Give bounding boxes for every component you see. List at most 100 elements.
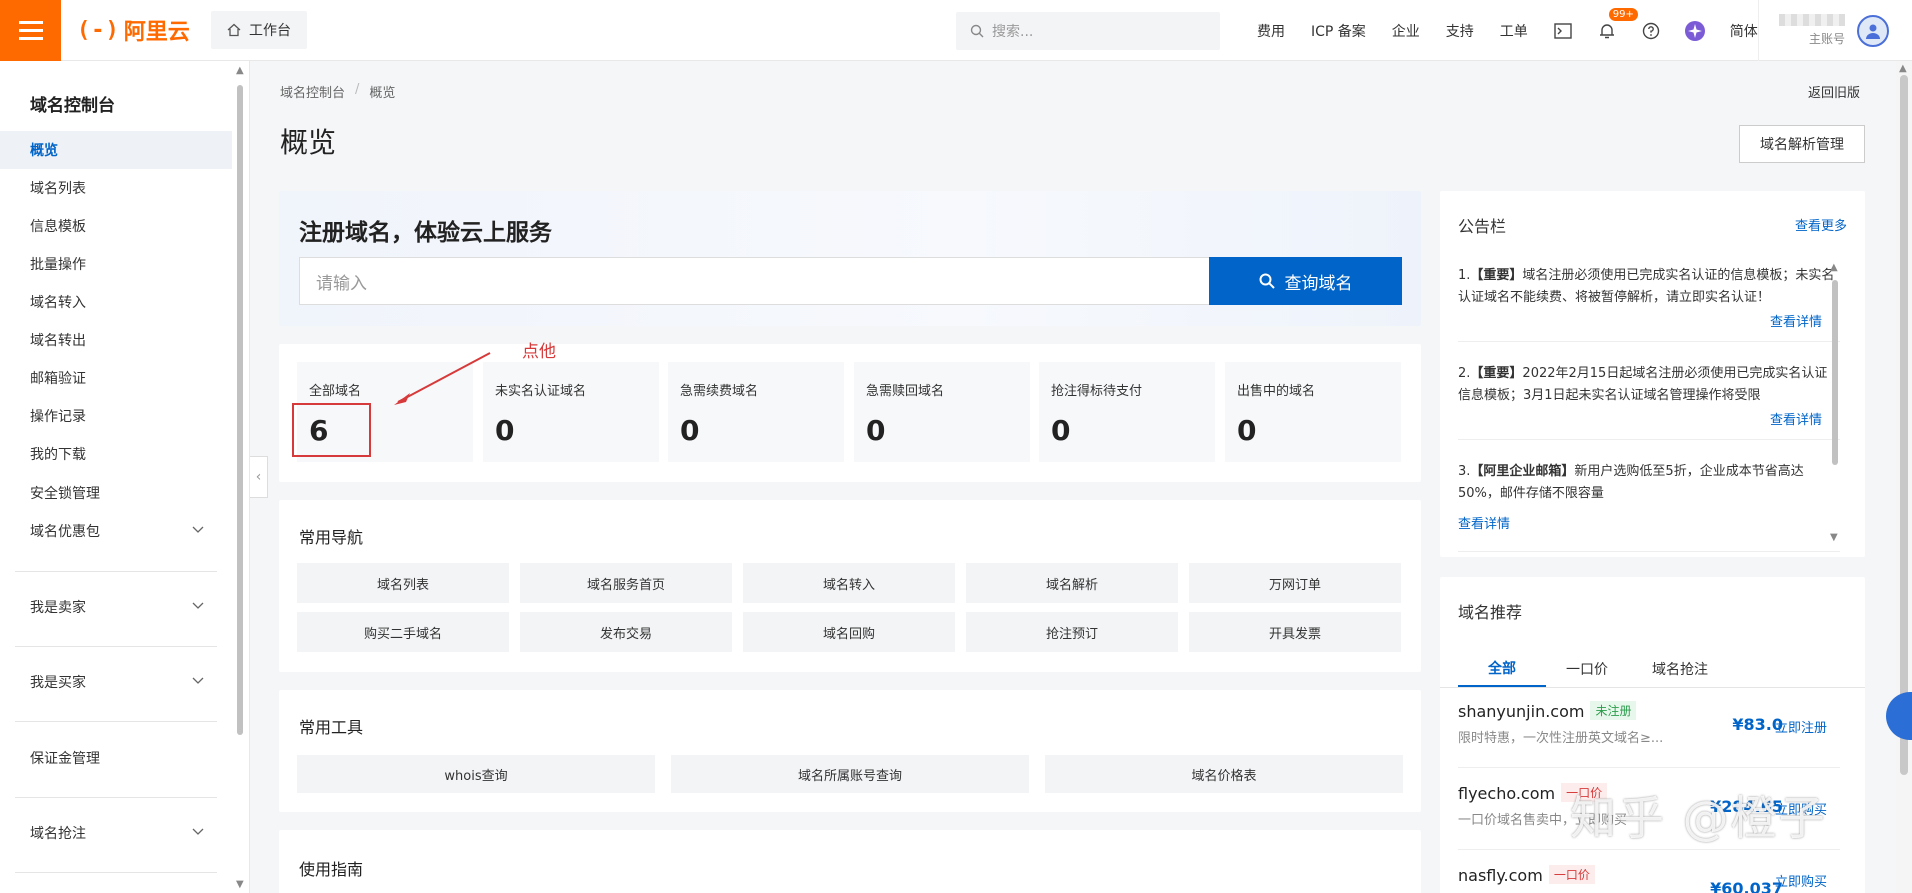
sidebar-item-domain-list[interactable]: 域名列表 [0,169,232,207]
help-icon[interactable] [1629,22,1673,40]
stat-value[interactable]: 0 [680,414,699,447]
domain-search-input[interactable]: 请输入 [299,257,1210,305]
annotation-highlight-box [292,403,371,457]
sidebar-item-transfer-out[interactable]: 域名转出 [0,321,232,359]
sidebar-group-snatch[interactable]: 域名抢注 [0,814,232,852]
sidebar-item-deposit[interactable]: 保证金管理 [0,739,232,777]
workbench-label: 工作台 [249,23,291,39]
register-title: 注册域名，体验云上服务 [299,220,552,246]
stat-renew-urgent[interactable]: 急需续费域名 0 [668,362,844,462]
scrollbar-thumb[interactable] [237,85,243,735]
usage-guide-card: 使用指南 [279,830,1421,893]
usage-guide-title: 使用指南 [299,860,364,879]
aliyun-logo[interactable]: (-) 阿里云 [77,14,197,46]
account-menu[interactable]: 主账号 [1758,0,1889,61]
notice-more-link[interactable]: 查看更多 [1795,215,1847,234]
scroll-up-icon[interactable]: ▲ [1830,262,1838,273]
scroll-down-icon[interactable]: ▼ [1830,532,1838,543]
avatar[interactable] [1857,14,1889,47]
nav-domain-home[interactable]: 域名服务首页 [520,563,732,603]
scrollbar-thumb[interactable] [1900,75,1908,775]
sidebar-item-transfer-in[interactable]: 域名转入 [0,283,232,321]
bell-icon[interactable]: 99+ [1585,7,1638,40]
tab-fixed-price[interactable]: 一口价 [1546,651,1628,687]
stat-snatch-pending-payment[interactable]: 抢注得标待支付 0 [1039,362,1215,462]
scroll-up-icon[interactable]: ▲ [236,65,244,76]
query-domain-button[interactable]: 查询域名 [1209,257,1402,305]
sidebar-item-info-template[interactable]: 信息模板 [0,207,232,245]
tool-account-lookup[interactable]: 域名所属账号查询 [671,755,1029,793]
blurred-username [1779,14,1845,26]
breadcrumb-current: 概览 [369,86,396,101]
global-search-input[interactable]: 搜索... [956,12,1220,50]
breadcrumb-separator: / [355,82,360,97]
notice-detail-link[interactable]: 查看详情 [1458,513,1510,532]
recommend-domain[interactable]: flyecho.com [1458,784,1555,803]
stat-unverified-domains[interactable]: 未实名认证域名 0 [483,362,659,462]
nav-domain-list[interactable]: 域名列表 [297,563,509,603]
nav-issue-invoice[interactable]: 开具发票 [1189,612,1401,652]
top-link-fees[interactable]: 费用 [1244,21,1298,41]
tab-snatch[interactable]: 域名抢注 [1628,651,1732,687]
sidebar-group-seller[interactable]: 我是卖家 [0,588,232,626]
breadcrumb-console[interactable]: 域名控制台 [280,82,345,101]
sidebar-collapse-button[interactable]: ‹ [250,456,268,498]
top-link-support[interactable]: 支持 [1433,21,1487,41]
top-link-icp[interactable]: ICP 备案 [1298,21,1379,41]
menu-icon[interactable] [0,0,61,61]
recommend-domain[interactable]: shanyunjin.com [1458,702,1584,721]
notice-scrollbar[interactable]: ▲ ▼ [1830,262,1840,552]
tool-whois[interactable]: whois查询 [297,755,655,793]
stat-on-sale[interactable]: 出售中的域名 0 [1225,362,1401,462]
top-link-enterprise[interactable]: 企业 [1379,21,1433,41]
top-link-ticket[interactable]: 工单 [1487,21,1541,41]
tool-price-list[interactable]: 域名价格表 [1045,755,1403,793]
sidebar-divider [15,797,217,798]
sidebar-item-security-lock[interactable]: 安全锁管理 [0,474,232,512]
scroll-up-icon[interactable]: ▲ [1899,63,1907,74]
sidebar-scrollbar[interactable]: ▲ ▼ [236,65,244,890]
sidebar-item-discount-pack[interactable]: 域名优惠包 [0,512,232,550]
page-scrollbar[interactable]: ▲ [1896,61,1912,893]
account-role: 主账号 [1808,32,1845,46]
common-nav-card: 常用导航 域名列表 域名服务首页 域名转入 域名解析 万网订单 购买二手域名 发… [279,500,1421,672]
ai-assistant-icon[interactable] [1673,20,1717,42]
notice-detail-link[interactable]: 查看详情 [1770,311,1822,330]
sidebar-item-email-verify[interactable]: 邮箱验证 [0,359,232,397]
sidebar-item-downloads[interactable]: 我的下载 [0,435,232,473]
notice-detail-link[interactable]: 查看详情 [1770,409,1822,428]
sidebar-group-buyer[interactable]: 我是买家 [0,663,232,701]
stat-redeem-urgent[interactable]: 急需赎回域名 0 [854,362,1030,462]
scrollbar-thumb[interactable] [1832,280,1838,465]
nav-domain-transfer-in[interactable]: 域名转入 [743,563,955,603]
status-badge: 一口价 [1548,865,1595,884]
nav-buy-second-hand[interactable]: 购买二手域名 [297,612,509,652]
back-to-old-version-link[interactable]: 返回旧版 [1808,82,1860,101]
workbench-button[interactable]: 工作台 [211,11,307,49]
nav-domain-buyback[interactable]: 域名回购 [743,612,955,652]
nav-domain-dns[interactable]: 域名解析 [966,563,1178,603]
tab-all[interactable]: 全部 [1458,651,1546,687]
nav-publish-trade[interactable]: 发布交易 [520,612,732,652]
stat-value[interactable]: 0 [1051,414,1070,447]
dns-management-button[interactable]: 域名解析管理 [1739,125,1865,163]
buy-now-button[interactable]: 立即购买 [1775,871,1827,890]
stat-value[interactable]: 0 [495,414,514,447]
scroll-down-icon[interactable]: ▼ [236,879,244,890]
nav-wanwang-orders[interactable]: 万网订单 [1189,563,1401,603]
sidebar-item-batch[interactable]: 批量操作 [0,245,232,283]
common-nav-title: 常用导航 [299,528,364,547]
sidebar-divider [15,872,217,873]
notice-item: 1.【重要】域名注册必须使用已完成实名认证的信息模板；未实名认证域名不能续费、将… [1458,265,1840,309]
nav-snatch-reserve[interactable]: 抢注预订 [966,612,1178,652]
sidebar-item-overview[interactable]: 概览 [0,131,232,169]
recommend-domain[interactable]: nasfly.com [1458,866,1543,885]
stat-value[interactable]: 0 [1237,414,1256,447]
register-now-button[interactable]: 立即注册 [1775,717,1827,736]
floating-help-button[interactable] [1886,692,1912,740]
query-domain-label: 查询域名 [1284,273,1353,294]
terminal-icon[interactable] [1541,22,1585,39]
notice-divider [1458,341,1840,342]
stat-value[interactable]: 0 [866,414,885,447]
sidebar-item-op-log[interactable]: 操作记录 [0,397,232,435]
